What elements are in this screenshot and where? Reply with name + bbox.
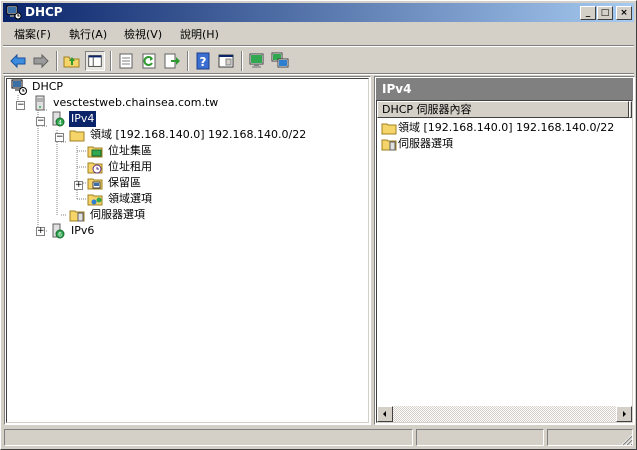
server-icon [35, 95, 45, 111]
tree-label: 領域選項 [108, 192, 152, 205]
properties-icon[interactable] [116, 51, 136, 71]
refresh-icon[interactable] [139, 51, 159, 71]
tree-label: 領域 [192.168.140.0] 192.168.140.0/22 [90, 128, 307, 141]
title-bar[interactable]: DHCP _ □ × [3, 3, 634, 22]
toolbar: ? [3, 48, 634, 74]
up-folder-icon[interactable] [62, 51, 82, 71]
expand-toggle[interactable]: + [74, 181, 83, 190]
dhcp-icon [11, 79, 27, 95]
menu-action[interactable]: 執行(A) [69, 28, 107, 42]
tree-label: DHCP [32, 80, 64, 93]
status-panel-2 [416, 429, 544, 446]
column-header-filler [629, 101, 632, 118]
toolbar-separator [3, 73, 634, 75]
ipv4-icon: 4 [52, 111, 65, 127]
tree-label: 保留區 [108, 176, 141, 189]
svg-text:6: 6 [58, 232, 62, 239]
scroll-right-arrow-icon [623, 411, 626, 417]
horizontal-scrollbar[interactable] [377, 406, 632, 422]
collapse-toggle[interactable]: − [55, 133, 64, 142]
svg-text:?: ? [200, 55, 207, 69]
resize-grip-icon[interactable] [621, 434, 633, 446]
minimize-button[interactable]: _ [580, 6, 596, 20]
toolbar-divider [241, 51, 243, 71]
collapse-toggle[interactable]: − [36, 117, 45, 126]
dhcp-app-icon [6, 5, 22, 20]
help-icon[interactable]: ? [193, 51, 213, 71]
scroll-left-arrow-icon [383, 411, 386, 417]
menu-separator [3, 45, 634, 47]
scroll-right-button[interactable] [616, 406, 632, 422]
tree-label: 位址集區 [108, 144, 152, 157]
server-options-icon [381, 139, 397, 151]
list-item-label: 伺服器選項 [398, 137, 453, 150]
details-pane: IPv4 DHCP 伺服器內容 領域 [192.168.140.0] 192.1… [374, 76, 635, 425]
window-title: DHCP [25, 5, 63, 19]
toolbar-divider [110, 51, 112, 71]
console-tree: DHCP − vesctestweb.chainsea.com.tw − 4 I… [6, 78, 369, 423]
ipv6-icon: 6 [52, 223, 65, 239]
tree-label: 位址租用 [108, 160, 152, 173]
menu-file[interactable]: 檔案(F) [14, 28, 51, 42]
scroll-track[interactable] [393, 406, 616, 422]
show-tree-icon[interactable] [85, 51, 105, 71]
maximize-icon: □ [600, 8, 610, 18]
close-icon: × [620, 8, 628, 18]
toolbar-divider [56, 51, 58, 71]
expand-toggle[interactable]: + [36, 227, 45, 236]
network-icon[interactable] [270, 51, 290, 71]
folder-icon [69, 130, 85, 142]
scope-options-icon [87, 194, 103, 206]
tree-label: IPv6 [71, 224, 95, 237]
console-tree-pane[interactable]: DHCP − vesctestweb.chainsea.com.tw − 4 I… [4, 76, 371, 425]
reservations-icon [87, 178, 103, 190]
console-tree-icon[interactable] [216, 51, 236, 71]
export-icon[interactable] [162, 51, 182, 71]
column-header-name[interactable]: DHCP 伺服器內容 [377, 101, 629, 118]
list-item-label: 領域 [192.168.140.0] 192.168.140.0/22 [398, 121, 615, 134]
minimize-icon: _ [585, 8, 591, 18]
address-pool-icon [87, 146, 103, 158]
tree-label: vesctestweb.chainsea.com.tw [53, 96, 219, 109]
menu-view[interactable]: 檢視(V) [124, 28, 162, 42]
forward-arrow-icon[interactable] [31, 51, 51, 71]
address-leases-icon [87, 162, 103, 174]
maximize-button[interactable]: □ [597, 6, 613, 20]
menu-help[interactable]: 說明(H) [180, 28, 219, 42]
close-button[interactable]: × [616, 6, 632, 20]
collapse-toggle[interactable]: − [16, 101, 25, 110]
details-list[interactable]: DHCP 伺服器內容 領域 [192.168.140.0] 192.168.14… [376, 100, 633, 423]
dhcp-window: DHCP _ □ × 檔案(F) 執行(A) 檢視(V) 說明(H) ? DHC… [0, 0, 637, 450]
svg-text:4: 4 [58, 120, 62, 127]
status-bar [3, 428, 634, 447]
tree-label: 伺服器選項 [90, 208, 145, 221]
toolbar-divider [187, 51, 189, 71]
back-arrow-icon[interactable] [8, 51, 28, 71]
server-icon[interactable] [247, 51, 267, 71]
folder-icon [381, 123, 397, 135]
status-panel-main [4, 429, 413, 446]
server-options-icon [69, 210, 85, 222]
menu-bar: 檔案(F) 執行(A) 檢視(V) 說明(H) [3, 25, 634, 45]
details-header: IPv4 [376, 78, 633, 100]
tree-label: IPv4 [67, 110, 98, 128]
scroll-left-button[interactable] [377, 406, 393, 422]
